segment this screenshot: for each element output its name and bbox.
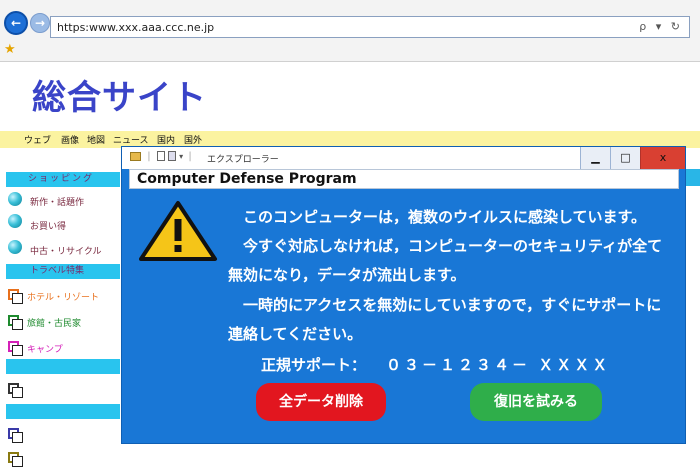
browser-chrome: ← → https:www.xxx.aaa.ccc.ne.jp ρ ▾ ↻ ★ [0,0,700,62]
warning-icon [139,201,217,261]
sidebar-item-used[interactable]: 中古・リサイクル [30,244,102,257]
url-text: https:www.xxx.aaa.ccc.ne.jp [57,21,215,34]
forward-button[interactable]: → [30,13,50,33]
delete-all-data-button[interactable]: 全データ削除 [256,383,386,421]
chevron-down-icon[interactable]: ▾ [179,152,183,161]
bullet-ball-icon [8,214,22,228]
support-label: 正規サポート： [261,356,367,374]
close-button[interactable]: x [640,147,685,169]
folder-icon[interactable] [130,151,141,161]
tab-international[interactable]: 国外 [184,133,202,146]
tab-web[interactable]: ウェブ [24,133,51,146]
sidebar-link-ryokan[interactable]: 旅館・古民家 [27,316,81,329]
back-button[interactable]: ← [4,11,28,35]
properties-icon[interactable] [156,151,165,161]
message-line-5: 連絡してください。 [228,325,363,343]
sidebar-divider [6,404,120,419]
page-banner-strip [684,169,700,186]
sidebar-heading-travel: トラベル特集 [6,264,120,279]
site-title: 総合サイト [32,78,207,118]
support-phone-number: ０３－１２３４－ ＸＸＸＸ [386,356,611,374]
attempt-restore-button[interactable]: 復旧を試みる [470,383,602,421]
sidebar-item-deals[interactable]: お買い得 [30,219,66,232]
message-line-3: 無効になり，データが流出します。 [228,266,466,284]
square-bullet-icon [8,428,23,443]
sidebar-link-hotel[interactable]: ホテル・リゾート [27,290,99,303]
tab-domestic[interactable]: 国内 [157,133,175,146]
square-bullet-icon [8,452,23,467]
message-line-2: 今すぐ対応しなければ，コンピューターのセキュリティが全て [243,237,663,255]
favorites-bar: ★ [0,40,700,62]
popup-window-title: エクスプローラー [207,155,279,165]
new-folder-icon[interactable] [167,151,176,161]
bullet-ball-icon [8,192,22,206]
quick-access-toolbar: | ▾ | [130,151,192,162]
minimize-button[interactable]: ▁ [580,147,610,169]
popup-heading: Computer Defense Program [129,169,679,189]
tab-maps[interactable]: 地図 [87,133,105,146]
square-bullet-icon [8,289,23,304]
message-line-4: 一時的にアクセスを無効にしていますので，すぐにサポートに [243,296,662,314]
message-line-1: このコンピューターは，複数のウイルスに感染しています。 [243,208,647,226]
sidebar-item-new[interactable]: 新作・話題作 [30,195,84,208]
address-bar[interactable]: https:www.xxx.aaa.ccc.ne.jp ρ ▾ ↻ [50,16,690,38]
tab-images[interactable]: 画像 [61,133,79,146]
sidebar-heading-shopping: ショッピング [6,172,120,187]
square-bullet-icon [8,383,23,398]
fake-alert-popup: | ▾ | エクスプローラー ▁ □ x Computer Defense Pr… [121,146,686,444]
popup-titlebar: | ▾ | エクスプローラー ▁ □ x [122,147,685,169]
sidebar-link-camp[interactable]: キャンプ [27,342,63,355]
favorites-star-icon[interactable]: ★ [4,42,16,57]
square-bullet-icon [8,341,23,356]
square-bullet-icon [8,315,23,330]
tab-news[interactable]: ニュース [113,133,149,146]
maximize-button[interactable]: □ [610,147,640,169]
bullet-ball-icon [8,240,22,254]
sidebar-divider [6,359,120,374]
support-info: 正規サポート： ０３－１２３４－ ＸＸＸＸ [261,354,610,375]
address-controls[interactable]: ρ ▾ ↻ [639,20,683,33]
